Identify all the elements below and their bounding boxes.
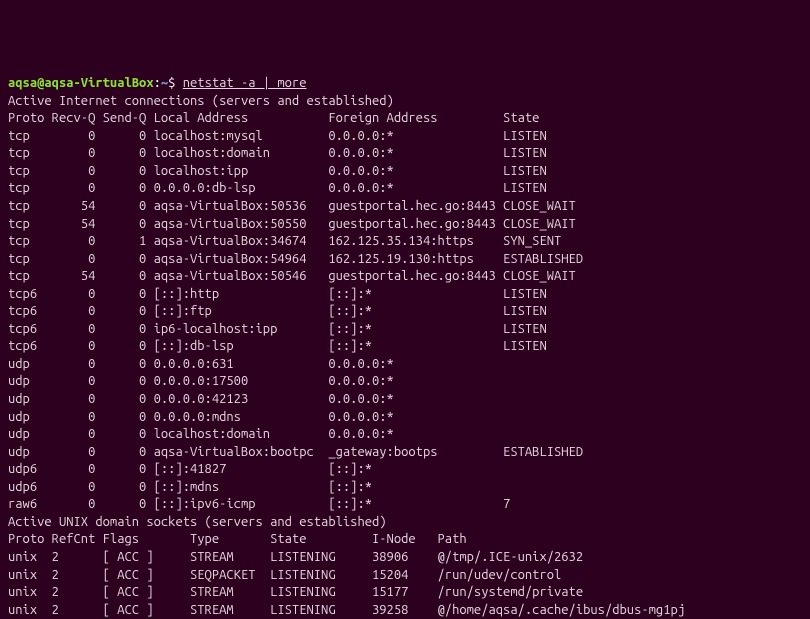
unix-row: unix 2 [ ACC ] STREAM LISTENING 15177 /r… [8,585,583,599]
internet-row: udp6 0 0 [::]:mdns [::]:* [8,480,372,494]
internet-row: raw6 0 0 [::]:ipv6-icmp [::]:* 7 [8,497,510,511]
internet-row: udp 0 0 aqsa-VirtualBox:bootpc _gateway:… [8,445,583,459]
prompt-dollar: $ [168,76,183,90]
internet-row: udp 0 0 0.0.0.0:mdns 0.0.0.0:* [8,410,394,424]
internet-row: tcp 0 0 aqsa-VirtualBox:54964 162.125.19… [8,252,583,266]
header-unix: Active UNIX domain sockets (servers and … [8,515,387,529]
prompt-colon: : [154,76,161,90]
internet-row: tcp 54 0 aqsa-VirtualBox:50550 guestport… [8,217,576,231]
unix-header-cols: Proto RefCnt Flags Type State I-Node Pat… [8,532,467,546]
unix-row: unix 2 [ ACC ] STREAM LISTENING 38906 @/… [8,550,583,564]
internet-row: udp 0 0 0.0.0.0:42123 0.0.0.0:* [8,392,394,406]
internet-row: tcp 0 0 localhost:domain 0.0.0.0:* LISTE… [8,146,547,160]
terminal-prompt: aqsa@aqsa-VirtualBox:~$ [8,76,183,90]
prompt-host: aqsa-VirtualBox [44,76,153,90]
internet-row: tcp6 0 0 ip6-localhost:ipp [::]:* LISTEN [8,322,547,336]
internet-row: tcp 0 0 localhost:mysql 0.0.0.0:* LISTEN [8,129,547,143]
unix-row: unix 2 [ ACC ] STREAM LISTENING 39258 @/… [8,603,685,617]
internet-row: tcp6 0 0 [::]:db-lsp [::]:* LISTEN [8,339,547,353]
unix-row: unix 2 [ ACC ] SEQPACKET LISTENING 15204… [8,568,561,582]
internet-row: tcp6 0 0 [::]:ftp [::]:* LISTEN [8,304,547,318]
internet-row: tcp 0 0 localhost:ipp 0.0.0.0:* LISTEN [8,164,547,178]
internet-row: udp 0 0 0.0.0.0:631 0.0.0.0:* [8,357,394,371]
internet-row: tcp 54 0 aqsa-VirtualBox:50546 guestport… [8,269,576,283]
internet-row: udp 0 0 localhost:domain 0.0.0.0:* [8,427,394,441]
internet-row: udp 0 0 0.0.0.0:17500 0.0.0.0:* [8,374,394,388]
header-internet: Active Internet connections (servers and… [8,94,394,108]
internet-row: tcp6 0 0 [::]:http [::]:* LISTEN [8,287,547,301]
internet-row: udp6 0 0 [::]:41827 [::]:* [8,462,372,476]
prompt-user: aqsa [8,76,37,90]
command-input[interactable]: netstat -a | more [183,76,307,90]
internet-row: tcp 0 1 aqsa-VirtualBox:34674 162.125.35… [8,234,561,248]
internet-row: tcp 0 0 0.0.0.0:db-lsp 0.0.0.0:* LISTEN [8,181,547,195]
internet-header-cols: Proto Recv-Q Send-Q Local Address Foreig… [8,111,539,125]
internet-row: tcp 54 0 aqsa-VirtualBox:50536 guestport… [8,199,576,213]
